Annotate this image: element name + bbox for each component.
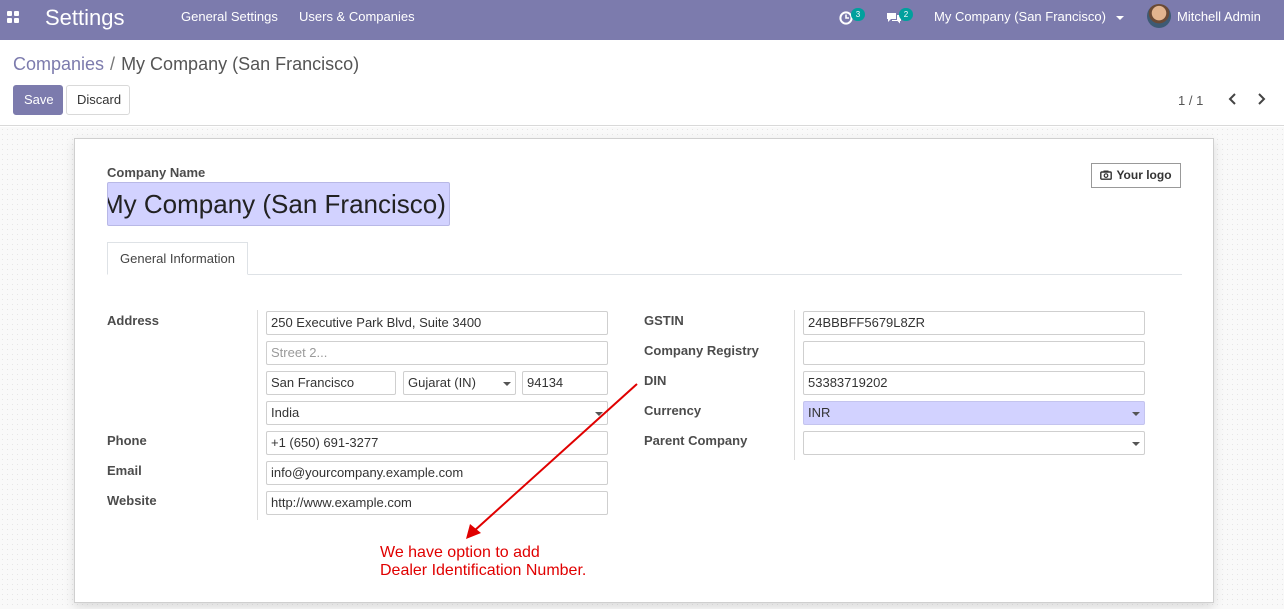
activity-button[interactable]: 3 [839,8,865,28]
company-registry-label: Company Registry [644,343,759,359]
annotation-line-2: Dealer Identification Number. [380,562,586,580]
phone-label: Phone [107,433,147,449]
phone-input[interactable]: +1 (650) 691-3277 [266,431,608,455]
camera-icon [1100,170,1112,180]
avatar[interactable] [1147,4,1171,28]
din-label: DIN [644,373,666,389]
user-name[interactable]: Mitchell Admin [1177,9,1261,25]
messages-count-badge: 2 [899,8,913,21]
chevron-down-icon [595,412,603,416]
pager-value[interactable]: 1 / 1 [1178,93,1203,108]
address-label: Address [107,313,159,329]
din-input[interactable]: 53383719202 [803,371,1145,395]
save-button[interactable]: Save [13,85,63,115]
control-panel: Companies / My Company (San Francisco) Sav… [0,40,1284,126]
discard-button[interactable]: Discard [66,85,130,115]
left-group-divider [257,310,258,520]
state-value: Gujarat (IN) [408,375,476,390]
parent-company-label: Parent Company [644,433,747,449]
messages-button[interactable]: 2 [886,8,914,28]
breadcrumb-separator: / [110,54,115,74]
annotation-text: We have option to add Dealer Identificat… [380,544,586,580]
email-label: Email [107,463,142,479]
chevron-down-icon [1132,412,1140,416]
your-logo-button[interactable]: Your logo [1091,163,1181,188]
gstin-input[interactable]: 24BBBFF5679L8ZR [803,311,1145,335]
breadcrumb-companies[interactable]: Companies [13,54,104,74]
chevron-down-icon [503,382,511,386]
your-logo-label: Your logo [1116,168,1171,182]
gstin-label: GSTIN [644,313,684,329]
street2-input[interactable]: Street 2... [266,341,608,365]
apps-menu-icon[interactable] [7,11,19,23]
menu-users-companies[interactable]: Users & Companies [299,9,415,25]
tab-divider [107,274,1182,275]
company-name-input[interactable]: My Company (San Francisco) [107,182,450,226]
currency-value: INR [808,405,830,420]
state-select[interactable]: Gujarat (IN) [403,371,516,395]
chevron-down-icon [1132,442,1140,446]
company-name-label: Company Name [107,165,205,181]
country-value: India [271,405,299,420]
chevron-down-icon [1116,16,1124,20]
company-switcher[interactable]: My Company (San Francisco) [934,9,1124,25]
activity-count-badge: 3 [851,8,865,21]
right-group-divider [794,310,795,460]
street-input[interactable]: 250 Executive Park Blvd, Suite 3400 [266,311,608,335]
annotation-line-1: We have option to add [380,544,586,562]
tab-general-information[interactable]: General Information [107,242,248,275]
company-switcher-label: My Company (San Francisco) [934,9,1106,24]
breadcrumb: Companies / My Company (San Francisco) [13,53,359,75]
parent-company-select[interactable] [803,431,1145,455]
country-select[interactable]: India [266,401,608,425]
chevron-left-icon[interactable] [1226,92,1240,106]
chevron-right-icon[interactable] [1254,92,1268,106]
currency-label: Currency [644,403,701,419]
app-title[interactable]: Settings [45,4,125,32]
top-navbar: Settings General Settings Users & Compan… [0,0,1284,40]
zip-input[interactable]: 94134 [522,371,608,395]
company-registry-input[interactable] [803,341,1145,365]
city-input[interactable]: San Francisco [266,371,396,395]
menu-general-settings[interactable]: General Settings [181,9,278,25]
currency-select[interactable]: INR [803,401,1145,425]
email-input[interactable]: info@yourcompany.example.com [266,461,608,485]
website-input[interactable]: http://www.example.com [266,491,608,515]
website-label: Website [107,493,157,509]
breadcrumb-current: My Company (San Francisco) [121,54,359,74]
